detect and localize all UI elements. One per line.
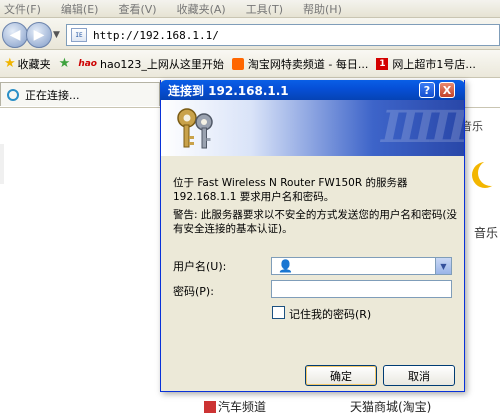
back-button[interactable]: ◀	[2, 22, 28, 48]
menu-help[interactable]: 帮助(H)	[303, 1, 342, 17]
menu-view[interactable]: 查看(V)	[118, 1, 156, 17]
auto-channel-link[interactable]: 汽车频道	[218, 398, 266, 415]
banner-decoration: ⅢⅢ	[375, 102, 464, 153]
tab-connecting[interactable]: 正在连接...	[0, 82, 160, 106]
hao123-icon: hao	[78, 58, 97, 69]
auth-dialog: 连接到 192.168.1.1 ? X ⅢⅢ 位于 Fast Wireless …	[160, 80, 465, 392]
tmall-link[interactable]: 天猫商城(淘宝)	[350, 398, 431, 415]
side-strip	[0, 144, 4, 184]
favorite-taobao-label: 淘宝网特卖频道 - 每日...	[247, 57, 369, 71]
arrow-right-icon: ▶	[33, 27, 45, 43]
menu-favorites[interactable]: 收藏夹(A)	[177, 1, 226, 17]
close-button[interactable]: X	[439, 82, 455, 98]
star-icon: ★	[4, 56, 16, 71]
arrow-left-icon: ◀	[9, 27, 21, 43]
server-message: 位于 Fast Wireless N Router FW150R 的服务器 19…	[173, 177, 408, 203]
loading-icon	[7, 88, 19, 101]
favorites-button[interactable]: ★ 收藏夹	[4, 56, 51, 72]
dialog-banner: ⅢⅢ	[161, 100, 464, 156]
favorite-taobao[interactable]: 淘宝网特卖频道 - 每日...	[231, 56, 369, 72]
menu-tools[interactable]: 工具(T)	[246, 1, 283, 17]
browser-window: 文件(F) 编辑(E) 查看(V) 收藏夹(A) 工具(T) 帮助(H) ◀ ▶…	[0, 0, 500, 417]
page-icon: IE	[71, 28, 87, 42]
favorites-bar: ★ 收藏夹 ★ hao hao123_上网从这里开始 淘宝网特卖频道 - 每日.…	[0, 50, 500, 78]
username-combobox[interactable]: 👤 ▼	[271, 257, 452, 275]
user-icon: 👤	[278, 259, 293, 273]
yhd-icon: 1	[376, 57, 389, 70]
favorite-yhd-label: 网上超市1号店...	[392, 57, 476, 71]
username-dropdown-button[interactable]: ▼	[435, 258, 451, 274]
chevron-down-icon: ▼	[440, 261, 447, 271]
menu-edit[interactable]: 编辑(E)	[61, 1, 99, 17]
history-dropdown[interactable]: ▼	[53, 30, 60, 40]
password-field[interactable]	[271, 280, 452, 298]
music-link[interactable]: 音乐	[474, 224, 498, 241]
taobao-icon	[231, 57, 244, 70]
remember-password-label[interactable]: 记住我的密码(R)	[289, 306, 371, 322]
address-url[interactable]: http://192.168.1.1/	[93, 29, 219, 42]
username-label: 用户名(U):	[173, 260, 227, 273]
password-label: 密码(P):	[173, 285, 214, 298]
keys-icon	[177, 108, 213, 149]
help-button[interactable]: ?	[419, 82, 435, 98]
security-warning: 警告: 此服务器要求以不安全的方式发送您的用户名和密码(没有安全连接的基本认证)…	[173, 209, 457, 235]
address-bar[interactable]: IE http://192.168.1.1/	[66, 24, 500, 46]
favorites-label: 收藏夹	[17, 57, 51, 71]
address-toolbar: ◀ ▶ ▼ IE http://192.168.1.1/	[0, 18, 500, 50]
favorite-yhd[interactable]: 1 网上超市1号店...	[376, 56, 476, 72]
moon-icon	[478, 160, 500, 186]
favorite-hao123[interactable]: hao hao123_上网从这里开始	[78, 56, 224, 72]
forward-button[interactable]: ▶	[26, 22, 52, 48]
tab-label: 正在连接...	[25, 88, 80, 102]
menu-file[interactable]: 文件(F)	[4, 1, 41, 17]
add-favorite-icon[interactable]: ★	[59, 56, 71, 71]
cancel-button[interactable]: 取消	[383, 365, 455, 386]
ok-button[interactable]: 确定	[305, 365, 377, 386]
dialog-title: 连接到 192.168.1.1	[168, 83, 289, 98]
remember-password-checkbox[interactable]	[272, 306, 285, 319]
menu-bar: 文件(F) 编辑(E) 查看(V) 收藏夹(A) 工具(T) 帮助(H)	[0, 0, 500, 18]
favorite-hao123-label: hao123_上网从这里开始	[99, 57, 224, 71]
auto-channel-icon	[204, 401, 216, 413]
dialog-title-bar[interactable]: 连接到 192.168.1.1 ? X	[160, 80, 465, 100]
